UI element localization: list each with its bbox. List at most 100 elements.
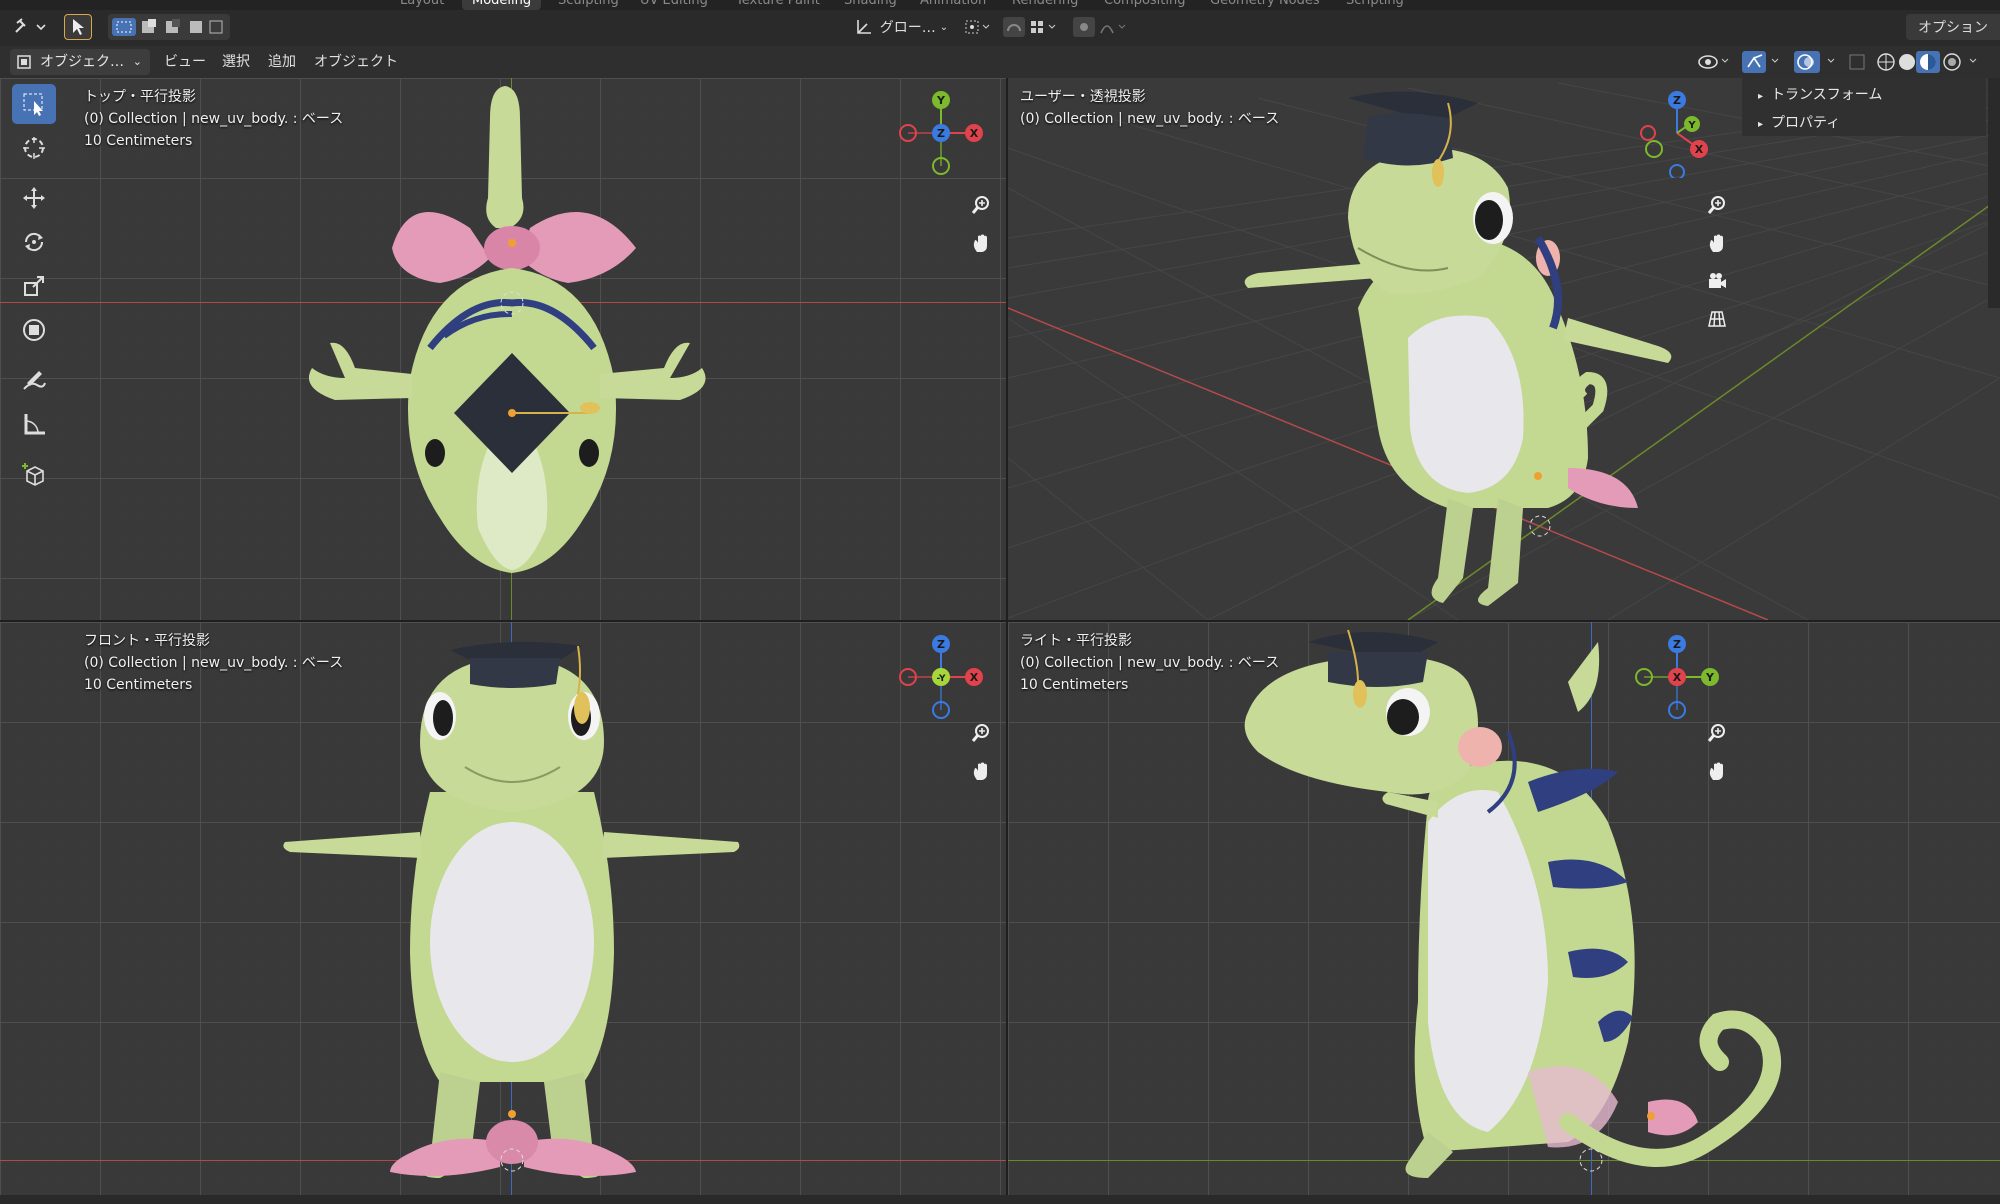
navigation-gizmo-right[interactable]: Z X Y — [1632, 632, 1722, 722]
gizmo-toggle-icon[interactable] — [1742, 51, 1779, 73]
viewport-front[interactable]: フロント・平行投影 (0) Collection | new_uv_body. … — [0, 622, 1006, 1195]
scale-tool[interactable] — [12, 266, 56, 306]
arm-right — [602, 832, 740, 858]
wireframe-shading-icon[interactable] — [1877, 53, 1895, 71]
tab-texture-paint[interactable]: Texture Paint — [736, 0, 820, 10]
select-new-icon — [112, 18, 136, 36]
tab-uv-editing[interactable]: UV Editing — [640, 0, 708, 10]
shading-options-chevron-icon[interactable] — [1969, 58, 1977, 63]
origin-point — [1534, 472, 1542, 480]
arm-left — [1244, 263, 1378, 288]
eye-left — [425, 439, 445, 467]
move-tool[interactable] — [12, 178, 56, 218]
gizmo-y-label: Y — [1705, 671, 1715, 684]
material-preview-icon[interactable] — [1916, 51, 1940, 73]
rotate-tool[interactable] — [12, 222, 56, 262]
character-front-view — [283, 641, 740, 1178]
editor-type-button[interactable] — [10, 14, 50, 40]
gizmo-z-label: Z — [937, 127, 945, 140]
viewport-divider-vertical[interactable] — [1006, 78, 1008, 1195]
select-box-tool[interactable] — [12, 84, 56, 124]
select-box-icon — [23, 93, 43, 116]
add-cube-tool[interactable] — [12, 454, 56, 494]
navigation-gizmo-user[interactable]: Z Y X — [1632, 88, 1722, 180]
eye-pupil — [1475, 200, 1503, 240]
tab-scripting[interactable]: Scripting — [1346, 0, 1404, 10]
orientation-axes-icon — [856, 20, 871, 34]
navigation-gizmo-top[interactable]: Y Z X — [896, 88, 986, 178]
menu-add[interactable]: 追加 — [262, 50, 302, 74]
menu-select[interactable]: 選択 — [216, 50, 256, 74]
zoom-icon — [971, 196, 989, 214]
options-dropdown[interactable]: オプション — [1906, 14, 2000, 40]
menu-view[interactable]: ビュー — [158, 50, 212, 74]
xray-toggle-icon[interactable] — [1849, 54, 1865, 70]
disclosure-triangle-icon: ▸ — [1758, 91, 1764, 102]
transform-tool[interactable] — [12, 310, 56, 350]
toggle-projection-button[interactable] — [1702, 304, 1732, 334]
solid-shading-icon[interactable] — [1899, 54, 1915, 70]
blender-window: Layout Modeling Sculpting UV Editing Tex… — [0, 0, 2000, 1204]
pan-button[interactable] — [1702, 228, 1732, 258]
chevron-down-icon: ⌄ — [939, 21, 949, 33]
snap-increment-icon — [1031, 21, 1043, 33]
cap-board — [450, 641, 582, 660]
cursor-arrow-icon — [73, 19, 84, 35]
viewport-top[interactable]: トップ・平行投影 (0) Collection | new_uv_body. :… — [0, 78, 1006, 620]
menu-object[interactable]: オブジェクト — [308, 50, 404, 74]
eye-pupil — [1387, 699, 1419, 735]
pan-button[interactable] — [966, 228, 996, 258]
pivot-point-dropdown[interactable] — [960, 14, 996, 40]
object-mode-dropdown[interactable]: オブジェク… ⌄ — [10, 49, 150, 75]
tab-modeling[interactable]: Modeling — [462, 0, 542, 10]
cursor-tool[interactable] — [12, 128, 56, 168]
pan-button[interactable] — [966, 756, 996, 786]
select-intersect-icon — [209, 20, 223, 34]
pan-button[interactable] — [1702, 756, 1732, 786]
origin-point — [508, 1110, 516, 1118]
transform-orientation-dropdown[interactable]: グロー… ⌄ — [852, 14, 950, 40]
zoom-button[interactable] — [966, 718, 996, 748]
character-right-view — [1244, 629, 1781, 1178]
options-label: オプション — [1918, 20, 1988, 36]
tassel — [1353, 680, 1367, 708]
zoom-button[interactable] — [1702, 718, 1732, 748]
sidebar-tabs[interactable] — [1988, 78, 2000, 308]
camera-view-button[interactable] — [1702, 266, 1732, 296]
rendered-shading-icon[interactable] — [1943, 53, 1961, 71]
overlays-icon[interactable] — [1794, 51, 1835, 73]
viewport-shading-controls — [1698, 51, 1977, 73]
zoom-button[interactable] — [966, 190, 996, 220]
3d-cursor — [1579, 1148, 1603, 1172]
viewport-user-perspective[interactable]: ユーザー・透視投影 (0) Collection | new_uv_body. … — [1008, 78, 2000, 620]
annotate-tool[interactable] — [12, 360, 56, 400]
workspace-tabs: Layout Modeling Sculpting UV Editing Tex… — [0, 0, 2000, 10]
sidebar-properties-label: プロパティ — [1771, 115, 1841, 131]
sidebar-transform-panel[interactable]: ▸ トランスフォーム — [1758, 84, 1882, 104]
navigation-gizmo-front[interactable]: Z -Y X — [896, 632, 986, 722]
arm-right — [600, 342, 706, 400]
visibility-icon[interactable] — [1698, 55, 1729, 69]
bow-knot — [484, 226, 540, 270]
scale-icon — [24, 276, 44, 296]
gizmo-z-label: Z — [937, 638, 945, 651]
tab-sculpting[interactable]: Sculpting — [558, 0, 619, 10]
viewport-divider-horizontal[interactable] — [0, 620, 2000, 622]
transform-icon — [23, 319, 45, 341]
sidebar-properties-panel[interactable]: ▸ プロパティ — [1758, 112, 1840, 132]
tab-compositing[interactable]: Compositing — [1104, 0, 1186, 10]
tab-rendering[interactable]: Rendering — [1012, 0, 1078, 10]
proportional-edit-group[interactable] — [1072, 14, 1134, 40]
gizmo-x-label: X — [970, 671, 979, 684]
selection-mode-group — [108, 14, 230, 40]
measure-tool[interactable] — [12, 404, 56, 444]
gizmo-z-label: Z — [1673, 638, 1681, 651]
tab-shading[interactable]: Shading — [844, 0, 897, 10]
select-tool-button[interactable] — [64, 14, 92, 40]
viewport-right[interactable]: ライト・平行投影 (0) Collection | new_uv_body. :… — [1008, 622, 2000, 1195]
tab-geometry-nodes[interactable]: Geometry Nodes — [1210, 0, 1320, 10]
viewport-header: オブジェク… ⌄ ビュー 選択 追加 オブジェクト — [0, 46, 2000, 78]
tab-layout[interactable]: Layout — [400, 0, 444, 10]
zoom-button[interactable] — [1702, 190, 1732, 220]
tab-animation[interactable]: Animation — [920, 0, 986, 10]
